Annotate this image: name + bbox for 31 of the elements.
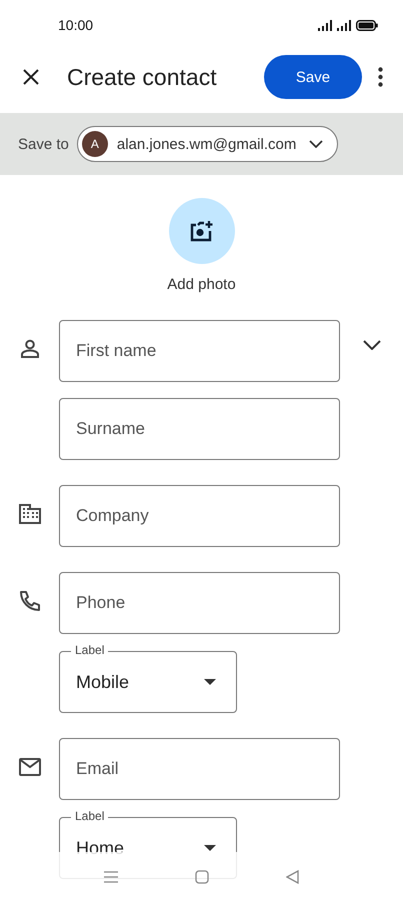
mail-icon bbox=[18, 756, 40, 778]
signal-icon bbox=[318, 20, 333, 30]
home-icon[interactable] bbox=[194, 870, 209, 884]
back-icon[interactable] bbox=[286, 870, 300, 884]
building-icon bbox=[18, 503, 40, 525]
camera-plus-icon bbox=[190, 220, 214, 242]
text-field[interactable]: First name bbox=[59, 320, 340, 382]
text-field[interactable]: Email bbox=[59, 738, 340, 800]
account-selector[interactable]: A alan.jones.wm@gmail.com bbox=[76, 126, 338, 162]
chevron-down-icon bbox=[309, 140, 324, 148]
signal-icon bbox=[337, 20, 352, 30]
text-field[interactable]: Company bbox=[59, 485, 340, 547]
dropdown-arrow-icon bbox=[204, 845, 216, 851]
chevron-down-icon[interactable] bbox=[362, 340, 380, 350]
save-button[interactable]: Save bbox=[264, 55, 362, 99]
status-time: 10:00 bbox=[58, 17, 94, 33]
phone-icon bbox=[18, 590, 40, 612]
avatar: A bbox=[82, 131, 108, 157]
more-icon[interactable] bbox=[378, 67, 383, 87]
floating-label: Label bbox=[71, 643, 108, 657]
text-field[interactable]: Phone bbox=[59, 572, 340, 634]
page-title: Create contact bbox=[67, 64, 218, 90]
dropdown-arrow-icon bbox=[204, 679, 216, 685]
floating-label: Label bbox=[71, 809, 108, 823]
person-icon bbox=[20, 338, 40, 360]
battery-icon bbox=[356, 20, 378, 30]
save-to-label: Save to bbox=[18, 136, 69, 152]
add-photo-label: Add photo bbox=[167, 276, 236, 293]
text-field[interactable]: Surname bbox=[59, 398, 340, 460]
menu-icon[interactable] bbox=[104, 871, 118, 883]
close-icon[interactable] bbox=[23, 69, 39, 85]
